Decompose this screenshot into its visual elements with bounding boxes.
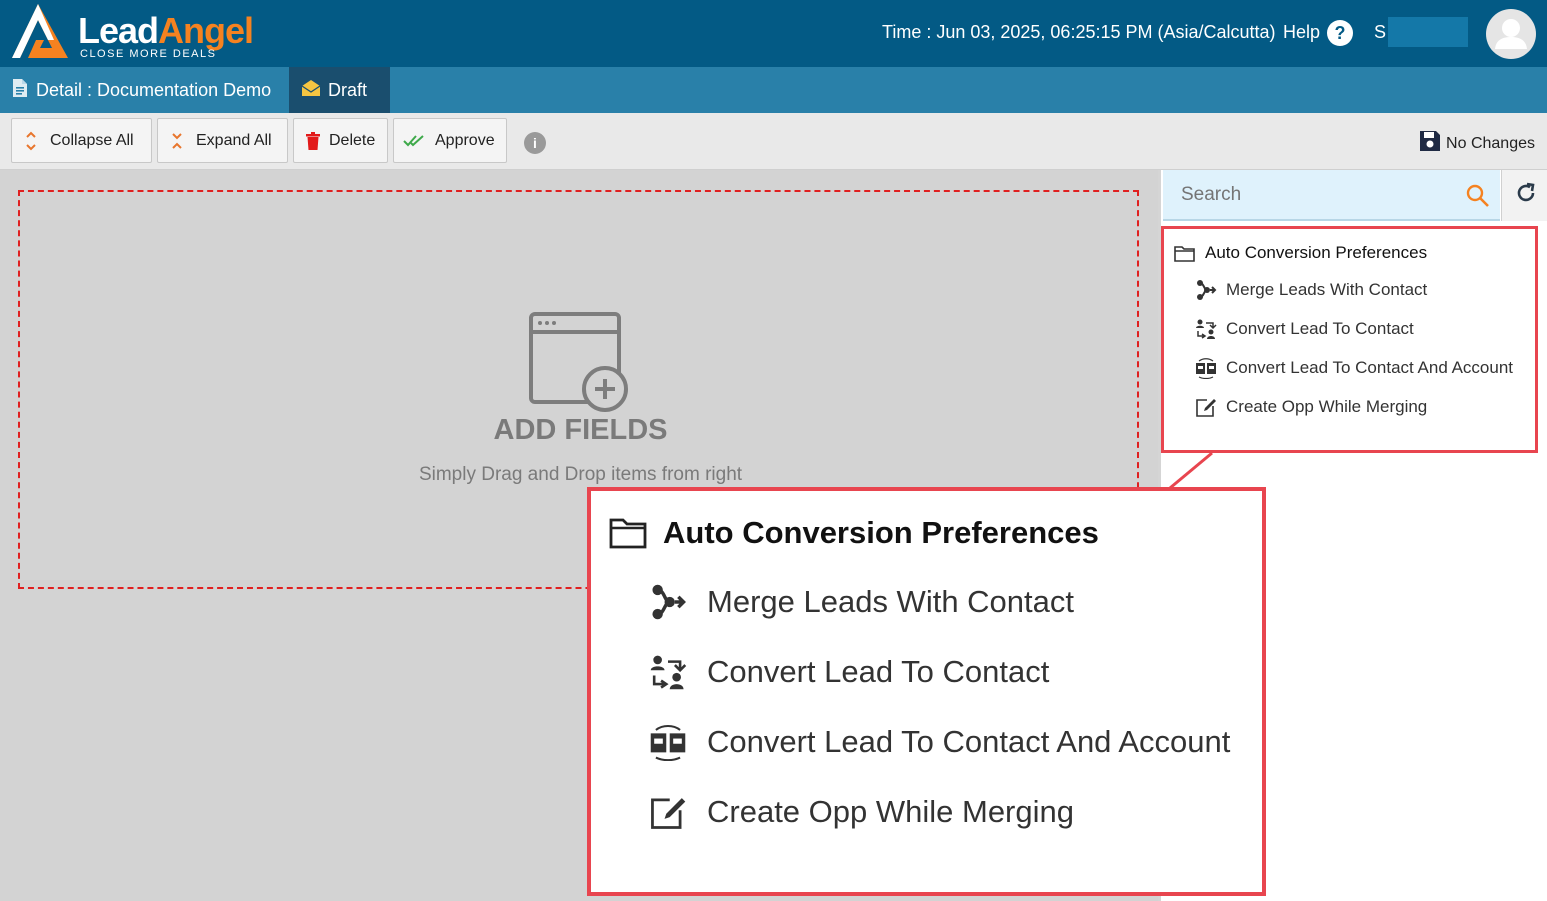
zoom-folder-label: Auto Conversion Preferences <box>663 515 1099 550</box>
zoom-item-convert-contact: Convert Lead To Contact <box>648 653 1049 691</box>
convert-account-icon <box>648 723 688 761</box>
zoom-item-convert-account: Convert Lead To Contact And Account <box>648 723 1230 761</box>
merge-icon <box>648 583 688 621</box>
zoom-item-label: Create Opp While Merging <box>707 794 1074 829</box>
zoom-item-label: Convert Lead To Contact <box>707 654 1050 689</box>
zoom-folder-auto-conversion: Auto Conversion Preferences <box>609 515 1099 551</box>
zoom-callout: Auto Conversion Preferences Merge Leads … <box>587 487 1266 896</box>
zoom-item-label: Merge Leads With Contact <box>707 584 1075 619</box>
convert-contact-icon <box>648 653 688 691</box>
zoom-item-label: Convert Lead To Contact And Account <box>707 724 1231 759</box>
edit-icon <box>648 793 688 831</box>
zoom-item-merge-leads: Merge Leads With Contact <box>648 583 1074 621</box>
folder-icon <box>609 517 647 549</box>
zoom-item-create-opp: Create Opp While Merging <box>648 793 1074 831</box>
